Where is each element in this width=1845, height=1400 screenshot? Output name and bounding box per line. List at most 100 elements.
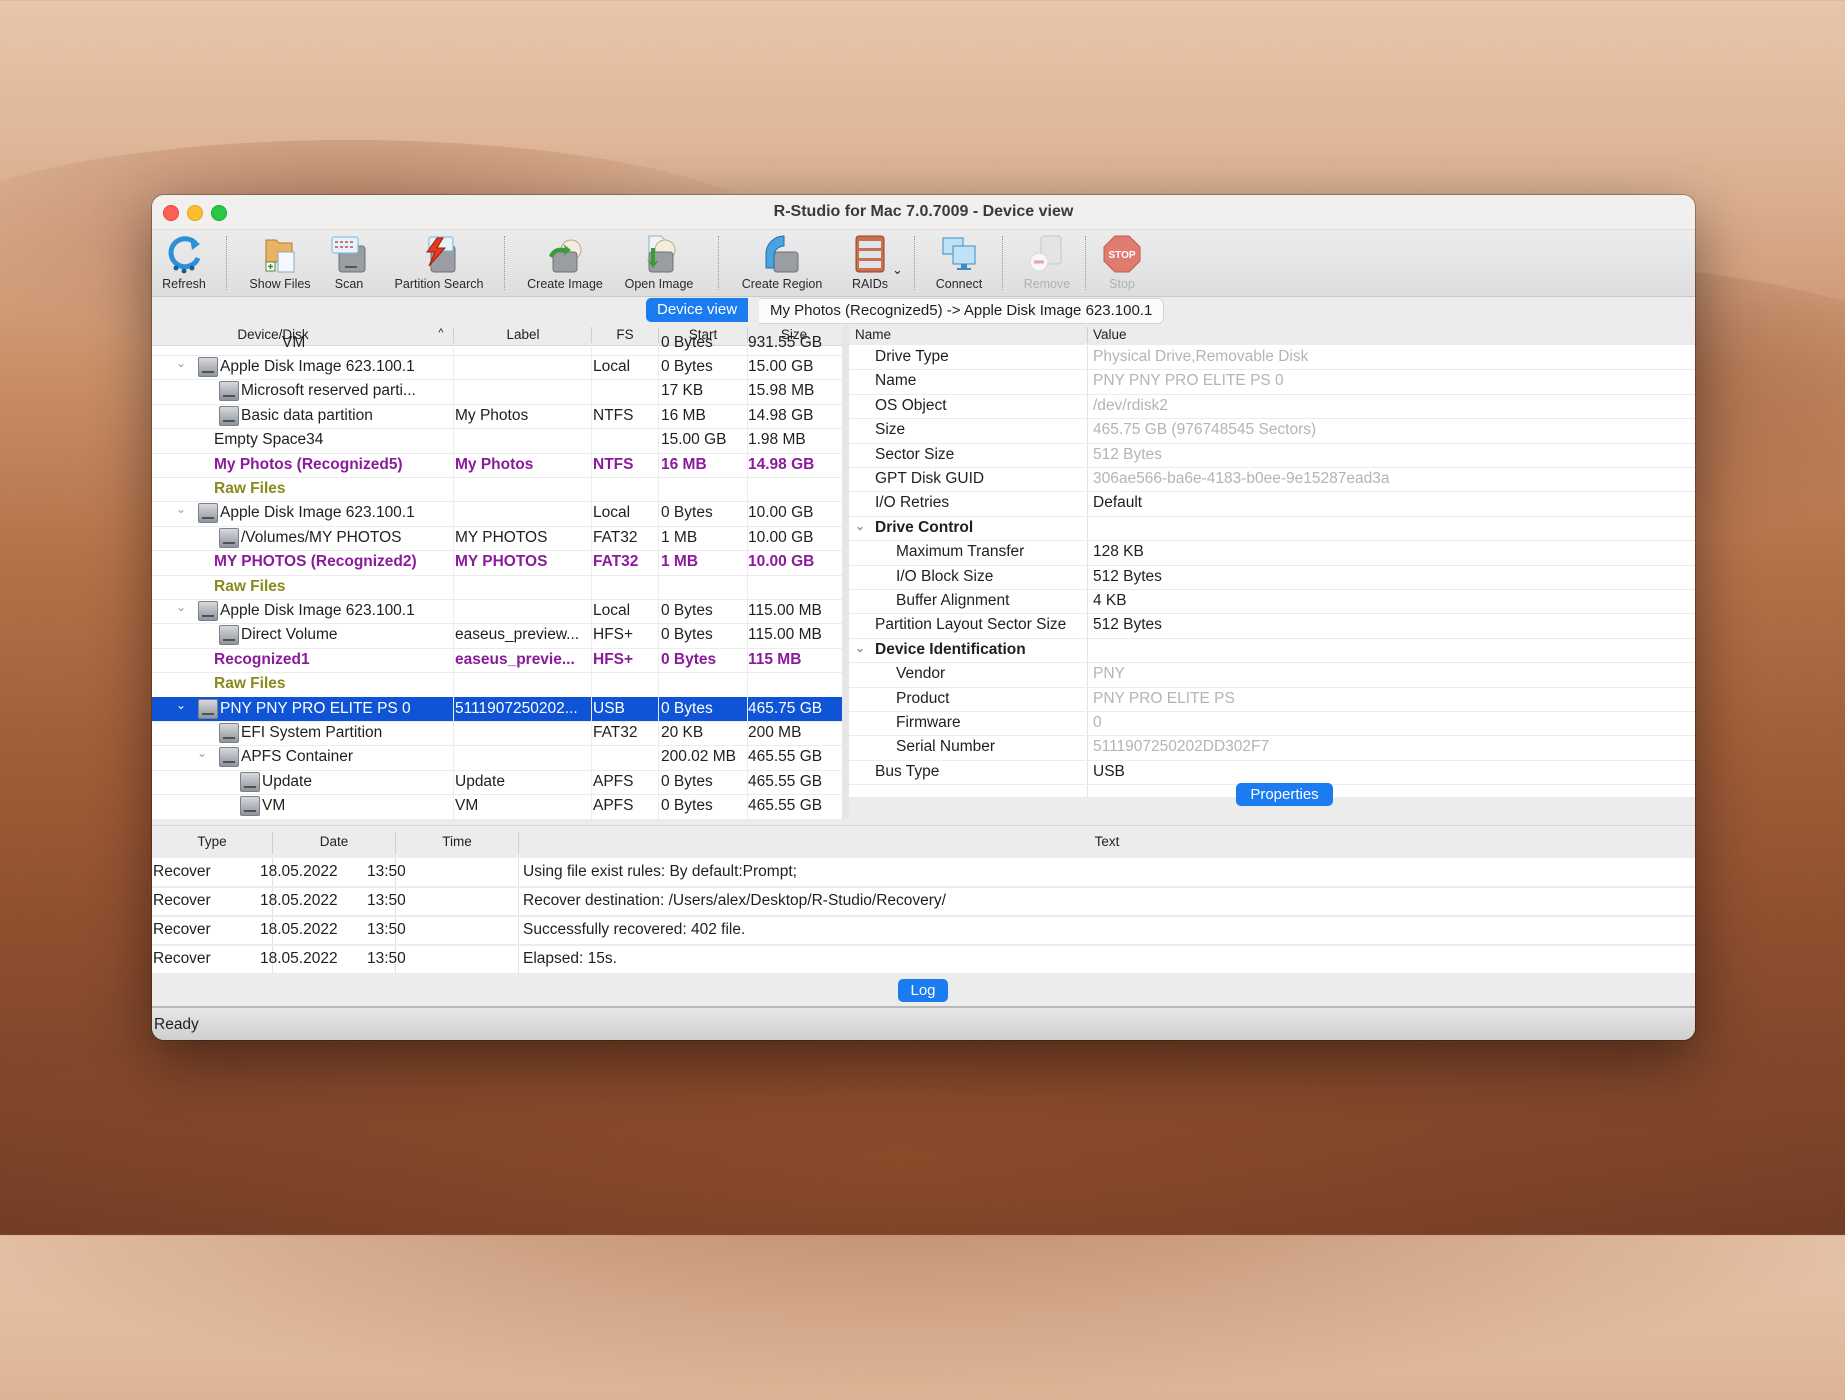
property-value[interactable]: Default <box>1093 494 1142 512</box>
table-row[interactable]: ⌄ Apple Disk Image 623.100.1 Local 0 Bytes 1… <box>152 355 842 381</box>
table-row[interactable]: Microsoft reserved parti... 17 KB 15.98 MB <box>152 379 842 405</box>
table-row[interactable]: ⌄ Apple Disk Image 623.100.1 Local 0 Bytes 1… <box>152 501 842 527</box>
column-header-name[interactable]: Name <box>855 327 891 342</box>
table-row[interactable]: ⌄ APFS Container 200.02 MB 465.55 GB <box>152 745 842 771</box>
property-name: OS Object <box>875 396 947 414</box>
tab-recognized-partition[interactable]: My Photos (Recognized5) -> Apple Disk Im… <box>759 298 1165 324</box>
properties-button[interactable]: Properties <box>1236 783 1333 806</box>
table-row[interactable]: Direct Volume easeus_preview... HFS+ 0 Byte… <box>152 623 842 649</box>
property-row[interactable]: Partition Layout Sector Size 512 Bytes <box>849 613 1695 639</box>
property-row[interactable]: Serial Number 5111907250202DD302F7 <box>849 735 1695 761</box>
expand-chevron-icon[interactable]: ⌄ <box>176 600 186 614</box>
cell-size: 15.98 MB <box>748 382 815 400</box>
log-table-body: Recover 18.05.2022 13:50 Using file exist r… <box>152 858 1695 975</box>
table-row[interactable]: Update Update APFS 0 Bytes 465.55 GB <box>152 770 842 796</box>
column-header-text[interactable]: Text <box>519 834 1695 849</box>
property-row[interactable]: Product PNY PRO ELITE PS <box>849 687 1695 712</box>
property-name: Sector Size <box>875 445 955 463</box>
disk-icon <box>219 405 239 426</box>
property-value[interactable]: 128 KB <box>1093 543 1144 561</box>
column-header-type[interactable]: Type <box>152 834 272 849</box>
log-cell-date: 18.05.2022 <box>260 892 338 909</box>
property-row[interactable]: Name PNY PNY PRO ELITE PS 0 <box>849 369 1695 395</box>
cell-start: 200.02 MB <box>661 748 736 766</box>
pane-splitter[interactable] <box>842 325 849 820</box>
column-divider[interactable] <box>1087 327 1088 343</box>
property-row[interactable]: Buffer Alignment 4 KB <box>849 589 1695 615</box>
property-value: 465.75 GB (976748545 Sectors) <box>1093 421 1317 439</box>
table-row[interactable]: EFI System Partition FAT32 20 KB 200 MB <box>152 721 842 747</box>
expand-chevron-icon[interactable]: ⌄ <box>197 746 207 760</box>
property-row[interactable]: Maximum Transfer 128 KB <box>849 540 1695 566</box>
cell-size: 465.55 GB <box>748 748 823 766</box>
toolbar: Refresh Show Files Scan Partition Search… <box>152 230 1695 297</box>
property-value[interactable]: 4 KB <box>1093 592 1127 610</box>
property-row[interactable]: I/O Retries Default <box>849 491 1695 517</box>
create-region-icon <box>765 235 799 273</box>
raids-dropdown-chevron-icon[interactable]: ⌄ <box>892 262 903 278</box>
property-row[interactable]: Bus Type USB <box>849 760 1695 786</box>
connect-icon <box>942 237 976 270</box>
cell-start: 0 Bytes <box>661 650 717 668</box>
expand-chevron-icon[interactable]: ⌄ <box>176 698 186 712</box>
expand-chevron-icon[interactable]: ⌄ <box>176 502 186 516</box>
table-row[interactable]: Raw Files <box>152 477 842 503</box>
expand-chevron-icon[interactable]: ⌄ <box>176 356 186 370</box>
column-header-value[interactable]: Value <box>1093 327 1127 342</box>
stop-button[interactable]: STOP Stop <box>1097 232 1147 294</box>
connect-button[interactable]: Connect <box>926 232 992 294</box>
open-image-button[interactable]: Open Image <box>617 232 701 294</box>
table-row[interactable]: Raw Files <box>152 575 842 600</box>
property-value: 306ae566-ba6e-4183-b0ee-9e15287ead3a <box>1093 470 1390 487</box>
table-row[interactable]: Raw Files <box>152 672 842 698</box>
property-value[interactable]: 512 Bytes <box>1093 568 1162 586</box>
property-row[interactable]: Sector Size 512 Bytes <box>849 443 1695 468</box>
partition-search-button[interactable]: Partition Search <box>384 232 494 294</box>
log-row[interactable]: Recover 18.05.2022 13:50 Elapsed: 15s. <box>152 945 1695 975</box>
create-image-button[interactable]: Create Image <box>520 232 610 294</box>
table-row-selected[interactable]: ⌄ PNY PNY PRO ELITE PS 0 5111907250202... U… <box>152 696 842 722</box>
property-row[interactable]: Size 465.75 GB (976748545 Sectors) <box>849 418 1695 444</box>
table-row[interactable]: VM VM APFS 0 Bytes 465.55 GB <box>152 794 842 820</box>
log-row[interactable]: Recover 18.05.2022 13:50 Successfully recov… <box>152 916 1695 946</box>
table-row[interactable]: VM 0 Bytes 931.55 GB <box>152 331 842 357</box>
property-value[interactable]: USB <box>1093 763 1125 781</box>
disk-icon <box>219 747 239 768</box>
collapse-chevron-icon[interactable]: ⌄ <box>855 519 865 533</box>
table-row[interactable]: ⌄ Apple Disk Image 623.100.1 Local 0 Bytes 1… <box>152 599 842 625</box>
create-region-button[interactable]: Create Region <box>732 232 832 294</box>
log-button[interactable]: Log <box>898 979 948 1002</box>
scan-button[interactable]: Scan <box>324 232 374 294</box>
log-cell-time: 13:50 <box>367 921 406 938</box>
property-row[interactable]: GPT Disk GUID 306ae566-ba6e-4183-b0ee-9e1… <box>849 467 1695 493</box>
remove-button[interactable]: Remove <box>1014 232 1080 294</box>
property-row[interactable]: Drive Type Physical Drive,Removable Disk <box>849 345 1695 371</box>
table-row[interactable]: Basic data partition My Photos NTFS 16 MB 14… <box>152 404 842 430</box>
table-row[interactable]: Recognized1 easeus_previe... HFS+ 0 Bytes 11… <box>152 648 842 674</box>
property-row[interactable]: I/O Block Size 512 Bytes <box>849 565 1695 590</box>
connect-label: Connect <box>935 277 983 291</box>
property-value[interactable]: 512 Bytes <box>1093 616 1162 634</box>
collapse-chevron-icon[interactable]: ⌄ <box>855 641 865 655</box>
property-group[interactable]: ⌄ Device Identification <box>849 638 1695 664</box>
log-row[interactable]: Recover 18.05.2022 13:50 Recover destinatio… <box>152 887 1695 917</box>
property-group[interactable]: ⌄ Drive Control <box>849 516 1695 542</box>
raid-icon <box>855 235 885 273</box>
raids-button[interactable]: RAIDs ⌄ <box>840 232 903 294</box>
column-header-time[interactable]: Time <box>396 834 518 849</box>
log-row[interactable]: Recover 18.05.2022 13:50 Using file exist r… <box>152 858 1695 888</box>
log-cell-time: 13:50 <box>367 863 406 880</box>
open-image-icon <box>647 235 676 273</box>
property-row[interactable]: Firmware 0 <box>849 711 1695 737</box>
show-files-button[interactable]: Show Files <box>240 232 320 294</box>
refresh-button[interactable]: Refresh <box>155 232 213 294</box>
property-row[interactable]: Vendor PNY <box>849 662 1695 688</box>
property-row[interactable]: OS Object/dev/rdisk2 <box>849 394 1695 420</box>
column-header-date[interactable]: Date <box>273 834 395 849</box>
table-row[interactable]: MY PHOTOS (Recognized2) MY PHOTOS FAT32 1 M… <box>152 550 842 576</box>
tab-device-view[interactable]: Device view <box>646 298 749 322</box>
show-files-label: Show Files <box>249 277 311 291</box>
table-row[interactable]: Empty Space34 15.00 GB 1.98 MB <box>152 428 842 454</box>
table-row[interactable]: My Photos (Recognized5) My Photos NTFS 16 M… <box>152 453 842 478</box>
table-row[interactable]: /Volumes/MY PHOTOS MY PHOTOS FAT32 1 MB 10.0… <box>152 526 842 552</box>
